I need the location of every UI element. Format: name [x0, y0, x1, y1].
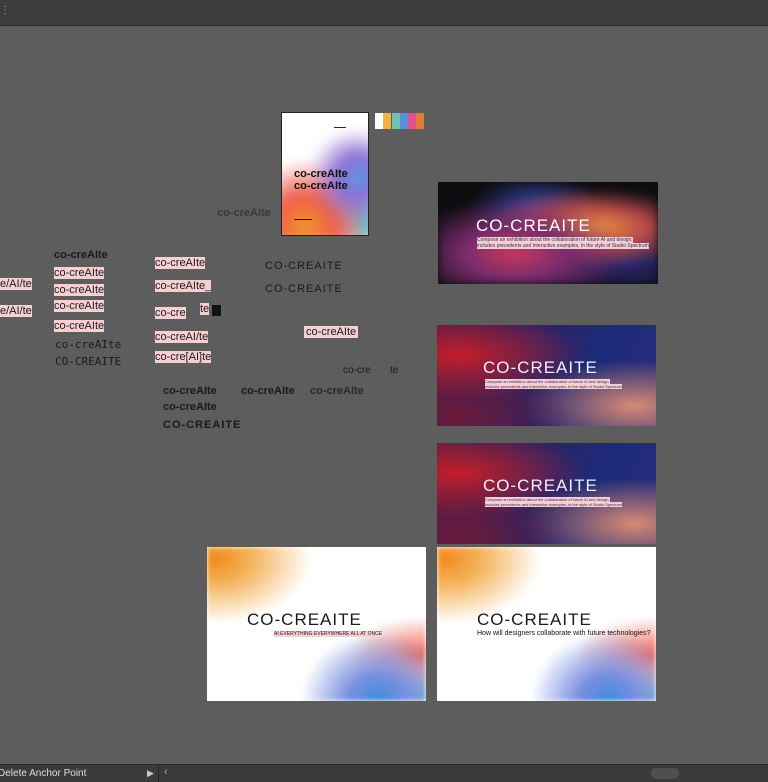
wordmark-bold-2[interactable]: co-creAIte	[241, 385, 295, 397]
poster-artboard[interactable]: ▬▬▬▬ co-creAIte co-creAIte ▬▬▬▬▬▬	[281, 112, 369, 236]
play-icon[interactable]: ▶	[147, 768, 154, 779]
partial-wordmark-2[interactable]: e/AI/te	[0, 305, 32, 317]
banner-white-2-subtitle: How will designers collaborate with futu…	[477, 630, 651, 637]
poster-footer-text: ▬▬▬▬▬▬	[294, 217, 312, 221]
panel-grip-icon[interactable]: ⋮	[0, 4, 10, 18]
tool-status-text: Delete Anchor Point	[0, 768, 87, 779]
banner-dark-desc-2: includes precedents and interactive exam…	[477, 243, 649, 249]
color-swatch-pink[interactable]	[408, 113, 416, 129]
color-swatch-teal[interactable]	[392, 113, 400, 129]
wordmark-split-left[interactable]: co-cre	[343, 365, 371, 376]
poster-title-1: co-creAIte	[294, 168, 348, 180]
wordmark-bold-3[interactable]: co-creAIte	[310, 385, 364, 397]
wordmark-b3-left: co-cre	[155, 307, 186, 319]
wordmark-variant-a1[interactable]: co-creAIte	[54, 249, 108, 261]
wordmark-variant-b3[interactable]: co-cre te	[155, 303, 221, 321]
wordmark-pink-single[interactable]: co-creAIte	[304, 326, 359, 338]
banner-gradient-artboard-1[interactable]: CO-CREAITE Compose an exhibition about t…	[437, 325, 656, 426]
wordmark-variant-b5[interactable]: co-cre[AI]te	[155, 351, 212, 363]
wordmark-variant-b1[interactable]: co-creAIte	[155, 257, 206, 269]
banner-dark-title: CO-CREAITE	[476, 216, 591, 235]
wordmark-bold-stack-2[interactable]: CO-CREAITE	[163, 419, 241, 431]
wordmark-variant-b2[interactable]: co-creAIte_	[155, 280, 212, 292]
wordmark-variant-a5[interactable]: co-creAIte	[54, 320, 105, 332]
wordmark-variant-b4[interactable]: co-creAI/te	[155, 331, 209, 343]
status-bar: Delete Anchor Point ▶ ‹	[0, 764, 768, 782]
banner-white-1-subtitle: AI EVERYTHING EVERYWHERE ALL AT ONCE	[274, 631, 383, 637]
wordmark-variant-a4[interactable]: co-creAIte	[54, 300, 105, 312]
wordmark-variant-a6[interactable]: co-creAIte	[55, 338, 121, 351]
banner-gradient-2-title: CO-CREAITE	[483, 476, 598, 495]
top-toolbar: ⋮	[0, 0, 768, 26]
color-swatch-yellow[interactable]	[383, 113, 391, 129]
wordmark-variant-a3[interactable]: co-creAIte	[54, 284, 105, 296]
poster-title-2: co-creAIte	[294, 180, 348, 192]
wordmark-bold-1[interactable]: co-creAIte	[163, 385, 217, 397]
wordmark-caps-1[interactable]: CO-CREAITE	[265, 260, 343, 272]
wordmark-variant-a7[interactable]: CO-CREAITE	[55, 355, 121, 368]
cursor-block-icon	[212, 305, 221, 316]
banner-gradient-2-desc-2: includes precedents and interactive exam…	[485, 502, 623, 507]
banner-gradient-1-desc-2: includes precedents and interactive exam…	[485, 384, 623, 389]
banner-gradient-1-title: CO-CREAITE	[483, 358, 598, 377]
banner-white-1-title: CO-CREAITE	[247, 610, 362, 629]
wordmark-split-right[interactable]: te	[390, 365, 398, 376]
poster-top-tag: ▬▬▬▬	[334, 125, 346, 129]
color-swatch-white[interactable]	[375, 113, 383, 129]
banner-white-artboard-1[interactable]: CO-CREAITE AI EVERYTHING EVERYWHERE ALL …	[207, 547, 426, 701]
banner-white-artboard-2[interactable]: CO-CREAITE How will designers collaborat…	[437, 547, 656, 701]
wordmark-caps-2[interactable]: CO-CREAITE	[265, 283, 343, 295]
color-swatch-blue[interactable]	[400, 113, 408, 129]
status-divider	[158, 765, 159, 782]
wordmark-bold-stack-1[interactable]: co-creAIte	[163, 401, 217, 413]
banner-dark-artboard[interactable]: CO-CREAITE Compose an exhibition about t…	[438, 182, 658, 284]
scrollbar-thumb[interactable]	[651, 768, 679, 779]
banner-gradient-artboard-2[interactable]: CO-CREAITE Compose an exhibition about t…	[437, 443, 656, 544]
color-swatch-orange[interactable]	[416, 113, 424, 129]
wordmark-b3-right: te	[200, 303, 210, 315]
chevron-left-icon[interactable]: ‹	[164, 766, 168, 778]
banner-white-2-title: CO-CREAITE	[477, 610, 592, 629]
wordmark-gray[interactable]: co-creAIte	[217, 207, 271, 219]
wordmark-variant-a2[interactable]: co-creAIte	[54, 267, 105, 279]
partial-wordmark-1[interactable]: e/AI/te	[0, 278, 32, 290]
